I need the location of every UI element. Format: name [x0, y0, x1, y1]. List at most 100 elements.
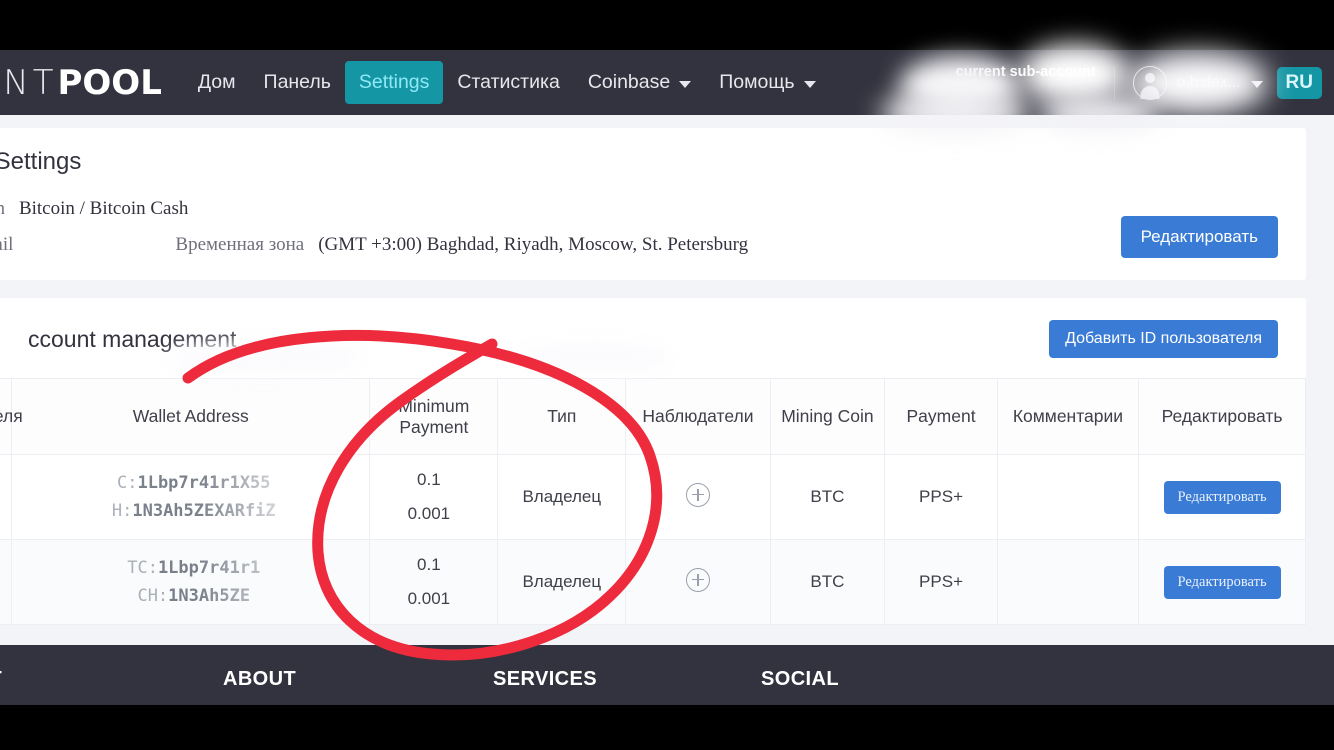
wallet-line-bch: CH:1N3Ah5ZE — [30, 582, 357, 610]
nav-item-help[interactable]: Помощь — [705, 61, 829, 104]
cell-user-id — [0, 454, 13, 540]
nav-item-settings-label: Settings — [358, 71, 430, 93]
col-header-min-payment: Minimum Payment — [369, 378, 499, 455]
cell-wallet-address: C:1Lbp7r41r1X55 H:1N3Ah5ZEXARfiZ — [11, 454, 371, 540]
top-navigation-bar: ANTPOOL Дом Панель Settings Статистика C… — [0, 50, 1334, 115]
plus-circle-icon[interactable] — [685, 567, 710, 592]
language-switcher[interactable]: RU — [1276, 66, 1322, 99]
cell-payment: PPS+ — [884, 454, 998, 540]
letterbox-bottom — [0, 705, 1334, 750]
wallet-prefix-bch: CH: — [137, 586, 169, 606]
cell-type: Владелец — [497, 454, 627, 540]
col-header-wallet: Wallet Address — [11, 378, 371, 455]
wallet-address-btc: 1Lbp7r41r1X55 — [137, 473, 271, 493]
cell-mining-coin: BTC — [770, 539, 886, 625]
nav-item-dashboard[interactable]: Панель — [250, 61, 345, 104]
col-header-type: Тип — [497, 378, 627, 455]
min-payment-bch: 0.001 — [407, 589, 451, 608]
table-row: C:1Lbp7r41r1X55 H:1N3Ah5ZEXARfiZ 0.1 0.0… — [0, 454, 1306, 540]
wallet-prefix-btc: C: — [116, 473, 138, 493]
nav-item-help-label: Помощь — [719, 71, 795, 93]
nav-item-coinbase[interactable]: Coinbase — [574, 61, 705, 104]
wallet-line-bch: H:1N3Ah5ZEXARfiZ — [30, 497, 357, 525]
cell-edit: Редактировать — [1138, 539, 1306, 625]
footer-col-social[interactable]: SOCIAL — [761, 668, 1029, 691]
row-edit-button[interactable]: Редактировать — [1163, 565, 1281, 599]
cell-watchers — [625, 454, 771, 540]
cell-user-id — [0, 539, 13, 625]
coin-label: Coin — [0, 198, 5, 219]
user-menu[interactable]: o.b dex... — [1132, 65, 1263, 100]
coin-field-row: Coin Bitcoin / Bitcoin Cash — [0, 198, 1278, 220]
min-payment-bch: 0.001 — [407, 504, 451, 523]
wallet-line-btc: C:1Lbp7r41r1X55 — [30, 469, 357, 497]
screenshot-root: ANTPOOL Дом Панель Settings Статистика C… — [0, 0, 1334, 750]
nav-item-settings[interactable]: Settings — [344, 61, 444, 104]
sub-account-header: ccount management Добавить ID пользовате… — [0, 316, 1306, 362]
user-name-label: o.b dex... — [1176, 73, 1241, 91]
cell-type: Владелец — [497, 539, 627, 625]
nav-divider — [1113, 65, 1115, 100]
cell-wallet-address: TC:1Lbp7r41r1 CH:1N3Ah5ZE — [11, 539, 371, 625]
plus-circle-icon[interactable] — [685, 482, 710, 507]
sub-account-table: зователя Wallet Address Minimum Payment … — [0, 378, 1306, 625]
footer-col-about[interactable]: ABOUT — [223, 668, 493, 691]
col-header-edit: Редактировать — [1138, 378, 1306, 455]
site-footer: DUCT ABOUT SERVICES SOCIAL — [0, 645, 1334, 705]
timezone-value: (GMT +3:00) Baghdad, Riyadh, Moscow, St.… — [318, 234, 749, 255]
chevron-down-icon — [1250, 80, 1263, 88]
wallet-prefix-btc: TC: — [127, 558, 158, 578]
footer-col-services[interactable]: SERVICES — [493, 668, 761, 691]
cell-min-payment: 0.1 0.001 — [369, 454, 499, 540]
nav-item-statistics[interactable]: Статистика — [443, 61, 573, 104]
email-label: Email — [0, 234, 14, 255]
antpool-logo[interactable]: ANTPOOL — [0, 63, 162, 103]
nav-item-dashboard-label: Панель — [263, 71, 331, 93]
cell-payment: PPS+ — [884, 539, 998, 625]
edit-settings-button[interactable]: Редактировать — [1120, 216, 1278, 258]
wallet-line-btc: TC:1Lbp7r41r1 — [30, 554, 357, 582]
footer-col-product[interactable]: DUCT — [0, 668, 223, 691]
system-settings-card: m Settings Coin Bitcoin / Bitcoin Cash E… — [0, 128, 1306, 280]
row-edit-button[interactable]: Редактировать — [1163, 480, 1281, 514]
wallet-prefix-bch: H: — [111, 501, 133, 521]
nav-right-cluster: current sub-account o.b dex... RU — [956, 50, 1334, 115]
logo-text-pool: POOL — [57, 62, 162, 103]
col-header-watchers: Наблюдатели — [625, 378, 771, 455]
cell-comment — [997, 539, 1140, 625]
col-header-comments: Комментарии — [997, 378, 1140, 455]
letterbox-top — [0, 0, 1334, 50]
sub-account-management-card: ccount management Добавить ID пользовате… — [0, 298, 1306, 625]
col-header-user-id: зователя — [0, 378, 23, 455]
cell-min-payment: 0.1 0.001 — [369, 539, 499, 625]
cell-comment — [997, 454, 1140, 540]
page-title: m Settings — [0, 148, 82, 175]
timezone-label: Временная зона — [175, 234, 305, 255]
nav-item-statistics-label: Статистика — [457, 71, 560, 93]
wallet-address-btc: 1Lbp7r41r1 — [157, 558, 261, 578]
footer-columns: DUCT ABOUT SERVICES SOCIAL — [0, 645, 1334, 705]
nav-links: Дом Панель Settings Статистика Coinbase … — [184, 61, 830, 104]
logo-text-ant: ANT — [0, 62, 58, 103]
col-header-mining-coin: Mining Coin — [770, 378, 886, 455]
current-sub-account-label: current sub-account — [955, 63, 1096, 80]
cell-edit: Редактировать — [1138, 454, 1306, 540]
add-user-id-button[interactable]: Добавить ID пользователя — [1049, 320, 1278, 358]
nav-item-home[interactable]: Дом — [184, 61, 250, 104]
chevron-down-icon — [679, 80, 692, 88]
cell-watchers — [625, 539, 771, 625]
chevron-down-icon — [803, 80, 816, 88]
email-timezone-row: Email Временная зона (GMT +3:00) Baghdad… — [0, 234, 1278, 256]
nav-item-coinbase-label: Coinbase — [587, 71, 671, 93]
min-payment-btc: 0.1 — [417, 470, 441, 489]
table-header-row: зователя Wallet Address Minimum Payment … — [0, 378, 1306, 455]
avatar — [1132, 65, 1167, 100]
cell-mining-coin: BTC — [770, 454, 886, 540]
col-header-payment: Payment — [884, 378, 998, 455]
nav-item-home-label: Дом — [197, 71, 236, 93]
wallet-address-bch: 1N3Ah5ZE — [168, 586, 251, 606]
table-row: TC:1Lbp7r41r1 CH:1N3Ah5ZE 0.1 0.001 Влад… — [0, 539, 1306, 625]
page-content: m Settings Coin Bitcoin / Bitcoin Cash E… — [0, 115, 1334, 645]
wallet-address-bch: 1N3Ah5ZEXARfiZ — [132, 501, 276, 521]
coin-value: Bitcoin / Bitcoin Cash — [18, 198, 189, 219]
